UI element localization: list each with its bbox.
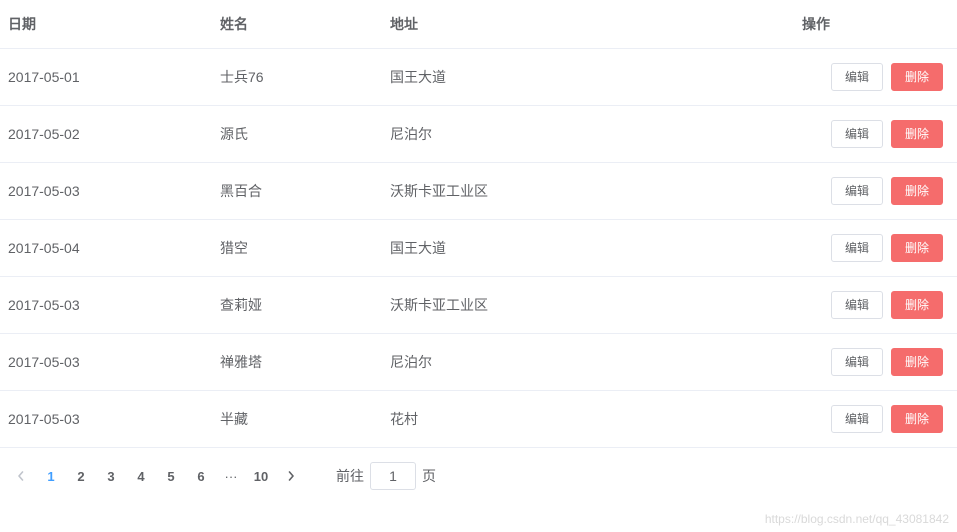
cell-date: 2017-05-04 <box>0 220 210 277</box>
cell-op: 编辑删除 <box>792 220 957 277</box>
prev-page-button[interactable] <box>6 462 36 490</box>
cell-name: 猎空 <box>210 220 380 277</box>
cell-date: 2017-05-03 <box>0 391 210 448</box>
table-row: 2017-05-01士兵76国王大道编辑删除 <box>0 49 957 106</box>
pagination: 123456···10 前往 页 <box>0 448 957 504</box>
cell-date: 2017-05-03 <box>0 334 210 391</box>
table-row: 2017-05-03禅雅塔尼泊尔编辑删除 <box>0 334 957 391</box>
cell-op: 编辑删除 <box>792 391 957 448</box>
edit-button[interactable]: 编辑 <box>831 234 883 262</box>
cell-op: 编辑删除 <box>792 334 957 391</box>
data-table: 日期 姓名 地址 操作 2017-05-01士兵76国王大道编辑删除2017-0… <box>0 0 957 448</box>
cell-addr: 国王大道 <box>380 49 792 106</box>
jumper-suffix: 页 <box>422 466 436 486</box>
edit-button[interactable]: 编辑 <box>831 63 883 91</box>
edit-button[interactable]: 编辑 <box>831 405 883 433</box>
table-row: 2017-05-03黑百合沃斯卡亚工业区编辑删除 <box>0 163 957 220</box>
cell-name: 半藏 <box>210 391 380 448</box>
page-ellipsis[interactable]: ··· <box>216 462 246 490</box>
col-header-name: 姓名 <box>210 0 380 49</box>
col-header-addr: 地址 <box>380 0 792 49</box>
edit-button[interactable]: 编辑 <box>831 348 883 376</box>
watermark: https://blog.csdn.net/qq_43081842 <box>765 512 949 526</box>
cell-name: 禅雅塔 <box>210 334 380 391</box>
page-number-4[interactable]: 4 <box>126 462 156 490</box>
cell-date: 2017-05-03 <box>0 277 210 334</box>
cell-date: 2017-05-03 <box>0 163 210 220</box>
page-number-10[interactable]: 10 <box>246 462 276 490</box>
cell-addr: 花村 <box>380 391 792 448</box>
cell-addr: 尼泊尔 <box>380 106 792 163</box>
cell-name: 查莉娅 <box>210 277 380 334</box>
cell-name: 源氏 <box>210 106 380 163</box>
chevron-left-icon <box>16 471 26 481</box>
delete-button[interactable]: 删除 <box>891 348 943 376</box>
jumper-prefix: 前往 <box>336 466 364 486</box>
chevron-right-icon <box>286 471 296 481</box>
edit-button[interactable]: 编辑 <box>831 177 883 205</box>
cell-addr: 国王大道 <box>380 220 792 277</box>
page-number-6[interactable]: 6 <box>186 462 216 490</box>
cell-name: 士兵76 <box>210 49 380 106</box>
table-row: 2017-05-04猎空国王大道编辑删除 <box>0 220 957 277</box>
jumper-input[interactable] <box>370 462 416 490</box>
next-page-button[interactable] <box>276 462 306 490</box>
page-number-5[interactable]: 5 <box>156 462 186 490</box>
col-header-op: 操作 <box>792 0 957 49</box>
cell-name: 黑百合 <box>210 163 380 220</box>
cell-addr: 尼泊尔 <box>380 334 792 391</box>
table-row: 2017-05-03半藏花村编辑删除 <box>0 391 957 448</box>
page-number-2[interactable]: 2 <box>66 462 96 490</box>
table-row: 2017-05-02源氏尼泊尔编辑删除 <box>0 106 957 163</box>
table-row: 2017-05-03查莉娅沃斯卡亚工业区编辑删除 <box>0 277 957 334</box>
cell-date: 2017-05-02 <box>0 106 210 163</box>
edit-button[interactable]: 编辑 <box>831 120 883 148</box>
delete-button[interactable]: 删除 <box>891 177 943 205</box>
delete-button[interactable]: 删除 <box>891 234 943 262</box>
page-number-1[interactable]: 1 <box>36 462 66 490</box>
delete-button[interactable]: 删除 <box>891 120 943 148</box>
cell-op: 编辑删除 <box>792 163 957 220</box>
delete-button[interactable]: 删除 <box>891 63 943 91</box>
table-header-row: 日期 姓名 地址 操作 <box>0 0 957 49</box>
page-jumper: 前往 页 <box>336 462 436 490</box>
delete-button[interactable]: 删除 <box>891 291 943 319</box>
delete-button[interactable]: 删除 <box>891 405 943 433</box>
cell-op: 编辑删除 <box>792 49 957 106</box>
cell-addr: 沃斯卡亚工业区 <box>380 277 792 334</box>
cell-op: 编辑删除 <box>792 106 957 163</box>
page-number-3[interactable]: 3 <box>96 462 126 490</box>
col-header-date: 日期 <box>0 0 210 49</box>
cell-op: 编辑删除 <box>792 277 957 334</box>
cell-date: 2017-05-01 <box>0 49 210 106</box>
cell-addr: 沃斯卡亚工业区 <box>380 163 792 220</box>
edit-button[interactable]: 编辑 <box>831 291 883 319</box>
